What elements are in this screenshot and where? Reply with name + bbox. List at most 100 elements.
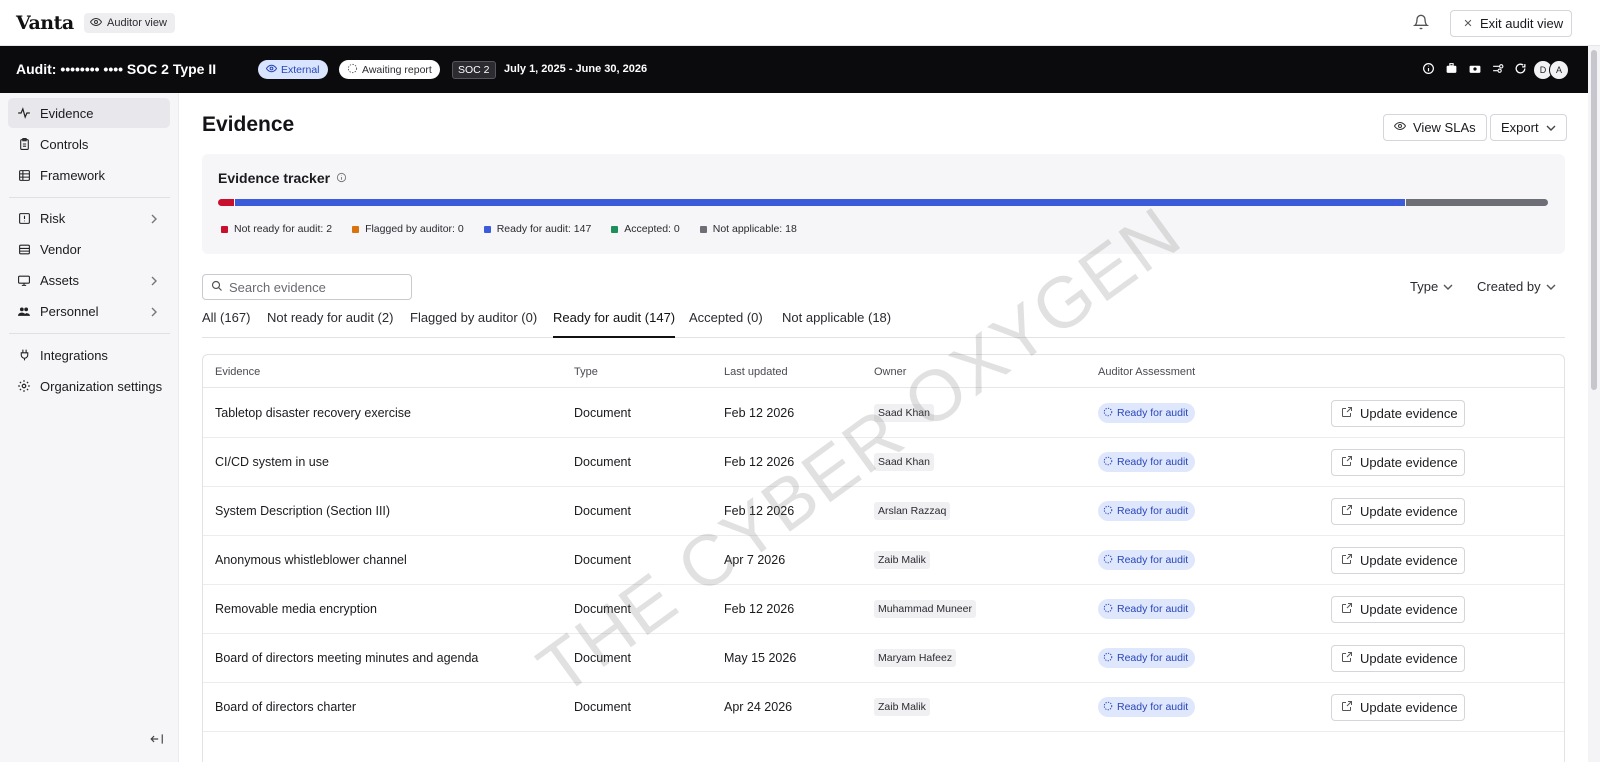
dashed-circle-icon — [347, 63, 358, 77]
sidebar-item-label: Controls — [40, 136, 89, 152]
search-evidence-field[interactable] — [202, 274, 412, 300]
table-row[interactable]: CI/CD system in use Document Feb 12 2026 Sa… — [203, 437, 1564, 487]
evidence-table: Evidence Type Last updated Owner Auditor… — [202, 354, 1565, 762]
table-row[interactable]: Board of directors meeting minutes and a… — [203, 633, 1564, 683]
awaiting-report-tag: Awaiting report — [339, 60, 440, 79]
scrollbar-thumb[interactable] — [1591, 50, 1597, 390]
update-evidence-button[interactable]: Update evidence — [1331, 547, 1465, 574]
external-link-icon — [1341, 455, 1353, 470]
tab-ready-for-audit[interactable]: Ready for audit (147) — [553, 309, 676, 338]
external-link-icon — [1341, 651, 1353, 666]
sidebar-item-controls[interactable]: Controls — [8, 129, 170, 159]
tab-all[interactable]: All (167) — [202, 309, 250, 338]
status-badge: Ready for audit — [1098, 550, 1196, 570]
update-evidence-button[interactable]: Update evidence — [1331, 694, 1465, 721]
tab-not-applicable[interactable]: Not applicable (18) — [782, 309, 891, 338]
update-evidence-label: Update evidence — [1360, 504, 1458, 519]
gear-icon — [17, 379, 31, 393]
avatar[interactable]: A — [1549, 60, 1569, 80]
update-evidence-button[interactable]: Update evidence — [1331, 400, 1465, 427]
status-label: Ready for audit — [1117, 652, 1189, 664]
vertical-scrollbar[interactable] — [1588, 46, 1600, 762]
legend-item[interactable]: Not applicable: 18 — [699, 223, 797, 235]
legend-item[interactable]: Ready for audit: 147 — [483, 223, 591, 235]
exit-audit-view-label: Exit audit view — [1480, 16, 1564, 31]
column-header-last-updated[interactable]: Last updated — [724, 366, 788, 378]
auditor-view-badge: Auditor view — [84, 13, 175, 33]
sidebar-item-evidence[interactable]: Evidence — [8, 98, 170, 128]
search-input[interactable] — [229, 279, 399, 295]
view-slas-button[interactable]: View SLAs — [1383, 114, 1487, 141]
update-evidence-button[interactable]: Update evidence — [1331, 498, 1465, 525]
table-row[interactable]: Removable media encryption Document Feb 12… — [203, 584, 1564, 634]
column-header-type[interactable]: Type — [574, 366, 598, 378]
eye-icon — [1393, 120, 1407, 135]
last-updated: Apr 24 2026 — [724, 700, 793, 714]
last-updated: Apr 7 2026 — [724, 553, 786, 567]
evidence-name[interactable]: System Description (Section III) — [215, 504, 390, 518]
update-evidence-button[interactable]: Update evidence — [1331, 596, 1465, 623]
evidence-name[interactable]: Removable media encryption — [215, 602, 377, 616]
legend-item[interactable]: Accepted: 0 — [611, 223, 680, 235]
sidebar-item-organization-settings[interactable]: Organization settings — [8, 371, 170, 401]
briefcase-icon[interactable] — [1445, 62, 1459, 76]
evidence-name[interactable]: Board of directors charter — [215, 700, 356, 714]
info-icon[interactable] — [1422, 62, 1436, 76]
evidence-name[interactable]: Board of directors meeting minutes and a… — [215, 651, 478, 665]
sidebar-item-assets[interactable]: Assets — [8, 265, 170, 295]
external-link-icon — [1341, 504, 1353, 519]
tab-flagged[interactable]: Flagged by auditor (0) — [410, 309, 537, 338]
update-evidence-button[interactable]: Update evidence — [1331, 645, 1465, 672]
table-row[interactable]: Anonymous whistleblower channel Document A… — [203, 535, 1564, 585]
export-button[interactable]: Export — [1490, 114, 1567, 141]
bell-icon[interactable] — [1412, 14, 1431, 32]
update-evidence-label: Update evidence — [1360, 602, 1458, 617]
tab-accepted[interactable]: Accepted (0) — [689, 309, 763, 338]
camera-icon[interactable] — [1468, 62, 1482, 76]
eye-icon — [89, 16, 103, 31]
external-link-icon — [1341, 406, 1353, 421]
evidence-type: Document — [574, 700, 631, 714]
evidence-name[interactable]: Anonymous whistleblower channel — [215, 553, 407, 567]
evidence-name[interactable]: CI/CD system in use — [215, 455, 329, 469]
table-row[interactable]: Board of directors charter Document Apr 24… — [203, 682, 1564, 732]
created-by-filter[interactable]: Created by — [1477, 279, 1556, 294]
table-row[interactable]: System Description (Section III) Document… — [203, 486, 1564, 536]
table-row[interactable]: Tabletop disaster recovery exercise Docum… — [203, 388, 1564, 438]
page-title: Evidence — [202, 113, 295, 136]
update-evidence-label: Update evidence — [1360, 406, 1458, 421]
sidebar-item-label: Personnel — [40, 303, 99, 319]
table-header: Evidence Type Last updated Owner Auditor… — [203, 355, 1564, 388]
legend-item[interactable]: Not ready for audit: 2 — [221, 223, 332, 235]
evidence-type: Document — [574, 651, 631, 665]
column-header-auditor-assessment[interactable]: Auditor Assessment — [1098, 366, 1195, 378]
participant-avatars: D A — [1533, 60, 1569, 80]
exit-audit-view-button[interactable]: Exit audit view — [1450, 10, 1572, 37]
collapse-sidebar-icon[interactable] — [150, 733, 164, 747]
column-header-owner[interactable]: Owner — [874, 366, 906, 378]
sidebar-item-label: Assets — [40, 272, 80, 288]
sidebar-item-integrations[interactable]: Integrations — [8, 340, 170, 370]
tab-not-ready[interactable]: Not ready for audit (2) — [267, 309, 393, 338]
refresh-icon[interactable] — [1514, 62, 1528, 76]
update-evidence-button[interactable]: Update evidence — [1331, 449, 1465, 476]
status-label: Ready for audit — [1117, 701, 1189, 713]
sidebar-item-risk[interactable]: Risk — [8, 203, 170, 233]
legend-item[interactable]: Flagged by auditor: 0 — [352, 223, 464, 235]
evidence-type: Document — [574, 455, 631, 469]
dashed-circle-icon — [1103, 701, 1113, 714]
audit-toolbar-icons — [1422, 62, 1528, 76]
sidebar-item-framework[interactable]: Framework — [8, 160, 170, 190]
status-badge: Ready for audit — [1098, 501, 1196, 521]
evidence-name[interactable]: Tabletop disaster recovery exercise — [215, 406, 411, 420]
sidebar-item-vendor[interactable]: Vendor — [8, 234, 170, 264]
type-filter[interactable]: Type — [1410, 279, 1453, 294]
column-header-evidence[interactable]: Evidence — [215, 366, 260, 378]
sidebar-item-personnel[interactable]: Personnel — [8, 296, 170, 326]
update-evidence-label: Update evidence — [1360, 553, 1458, 568]
info-icon[interactable] — [336, 170, 347, 186]
toggle-icon[interactable] — [1491, 62, 1505, 76]
alert-square-icon — [17, 211, 31, 225]
vanta-logo[interactable]: Vanta — [16, 12, 74, 34]
plug-icon — [17, 348, 31, 362]
